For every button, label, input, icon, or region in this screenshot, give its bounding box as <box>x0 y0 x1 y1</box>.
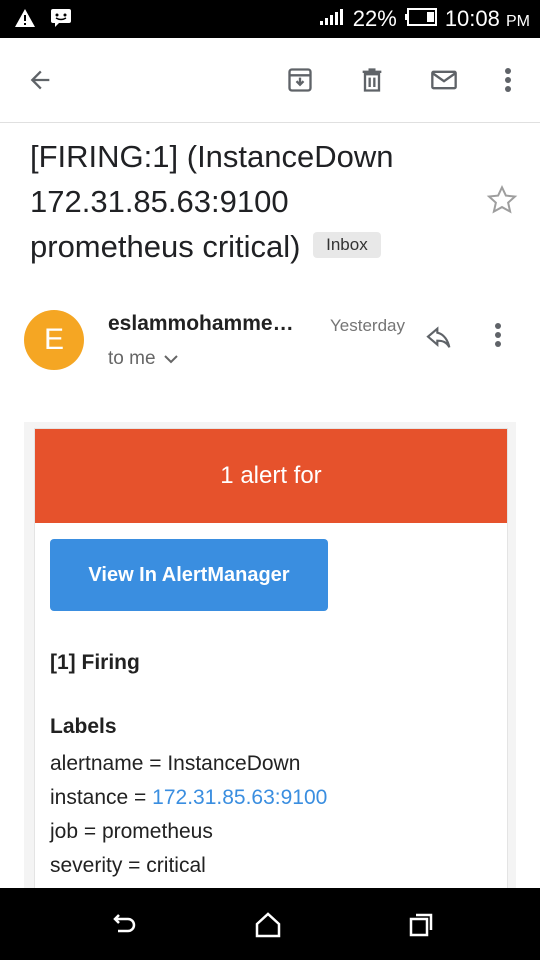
recipient-label: to me <box>108 348 156 369</box>
subject-line: 172.31.85.63:9100 <box>30 184 289 219</box>
archive-icon[interactable] <box>278 58 322 102</box>
battery-percent: 22% <box>352 6 397 31</box>
message-icon <box>50 8 72 33</box>
signal-icon <box>319 6 345 32</box>
labels-title: Labels <box>50 715 117 738</box>
subject-line: [FIRING:1] (InstanceDown <box>30 139 394 174</box>
home-nav-icon[interactable] <box>253 910 283 940</box>
delete-icon[interactable] <box>350 58 394 102</box>
email-subject: [FIRING:1] (InstanceDown 172.31.85.63:91… <box>30 134 470 269</box>
avatar[interactable]: E <box>24 310 84 370</box>
alert-header: 1 alert for <box>35 429 507 523</box>
warning-icon <box>14 8 36 33</box>
email-toolbar <box>0 38 540 123</box>
label-job: job = prometheus <box>50 820 213 843</box>
mark-unread-icon[interactable] <box>422 58 466 102</box>
inbox-label-chip[interactable]: Inbox <box>313 231 381 258</box>
clock: 10:08 PM <box>444 6 530 31</box>
subject-line: prometheus critical) <box>30 229 301 264</box>
email-body: 1 alert for View In AlertManager [1] Fir… <box>24 422 516 902</box>
label-instance-prefix: instance = <box>50 786 153 809</box>
star-icon[interactable] <box>486 184 518 221</box>
recent-apps-icon[interactable] <box>406 910 436 940</box>
label-alertname: alertname = InstanceDown <box>50 752 301 775</box>
chevron-down-icon <box>163 348 178 370</box>
instance-link[interactable]: 172.31.85.63:9100 <box>152 786 327 809</box>
alert-card: 1 alert for View In AlertManager [1] Fir… <box>34 428 508 900</box>
reply-icon[interactable] <box>424 322 456 359</box>
more-vert-icon[interactable] <box>494 322 502 353</box>
battery-icon <box>404 6 437 32</box>
firing-title: [1] Firing <box>50 651 140 674</box>
back-arrow-icon[interactable] <box>18 58 62 102</box>
label-severity: severity = critical <box>50 854 206 877</box>
more-vert-icon[interactable] <box>486 58 530 102</box>
sender-name[interactable]: eslammohamme… <box>108 312 294 336</box>
email-date: Yesterday <box>330 316 405 335</box>
system-nav-bar <box>0 888 540 960</box>
view-in-alertmanager-button[interactable]: View In AlertManager <box>50 539 328 611</box>
status-bar: 22% 10:08 PM <box>0 0 540 38</box>
recipient-details[interactable]: to me <box>108 348 178 370</box>
back-nav-icon[interactable] <box>108 910 138 940</box>
label-instance: instance = 172.31.85.63:9100 <box>50 786 327 810</box>
